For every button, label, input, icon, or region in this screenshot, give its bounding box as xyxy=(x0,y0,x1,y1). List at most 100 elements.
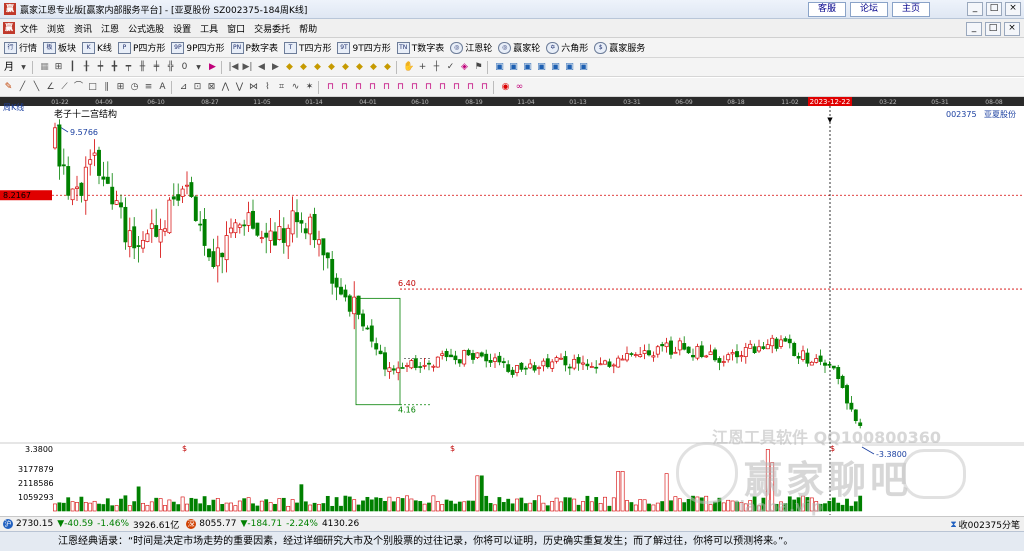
menu-formula-screen[interactable]: 公式选股 xyxy=(128,22,164,35)
cycle1-icon[interactable]: ⊓ xyxy=(325,82,336,93)
kline-chart[interactable]: 01-22 04-09 06-10 08-27 11-05 01-14 04-01 06-10… xyxy=(0,97,1024,516)
cross-icon[interactable]: ┼ xyxy=(431,62,442,73)
infinity-icon[interactable]: ∞ xyxy=(514,82,525,93)
gann-square-icon[interactable]: ⊠ xyxy=(206,82,217,93)
diamond1-icon[interactable]: ◆ xyxy=(284,62,295,73)
align-icon[interactable]: ╬ xyxy=(165,62,176,73)
cycle7-icon[interactable]: ⊓ xyxy=(409,82,420,93)
chevron-down-icon[interactable]: ▼ xyxy=(18,62,29,73)
gann-fan-icon[interactable]: ⊿ xyxy=(178,82,189,93)
color-wheel-icon[interactable]: ◉ xyxy=(500,82,511,93)
cycle11-icon[interactable]: ⊓ xyxy=(465,82,476,93)
pen-icon[interactable]: ✎ xyxy=(3,82,14,93)
gann-angle-icon[interactable]: ⋀ xyxy=(220,82,231,93)
cycle-tool-icon[interactable]: ◷ xyxy=(129,82,140,93)
diamond4-icon[interactable]: ◆ xyxy=(326,62,337,73)
compare-icon[interactable]: ⊞ xyxy=(53,62,64,73)
tag-icon[interactable]: ⚑ xyxy=(473,62,484,73)
tick-detail-link[interactable]: 收002375分笔 xyxy=(959,518,1020,531)
gann-price-icon[interactable]: ⌗ xyxy=(276,82,287,93)
gann-star-icon[interactable]: ✶ xyxy=(304,82,315,93)
window6-icon[interactable]: ▣ xyxy=(564,62,575,73)
bar-chart-icon[interactable]: ┃ xyxy=(67,62,78,73)
line-icon[interactable]: ╫ xyxy=(137,62,148,73)
menu-file[interactable]: 文件 xyxy=(20,22,38,35)
menu-trade[interactable]: 交易委托 xyxy=(254,22,290,35)
window1-icon[interactable]: ▣ xyxy=(494,62,505,73)
grid-tool-icon[interactable]: ⊞ xyxy=(115,82,126,93)
hexagon-button[interactable]: ✡ 六角形 xyxy=(546,41,588,54)
first-icon[interactable]: |◀ xyxy=(228,62,239,73)
cycle2-icon[interactable]: ⊓ xyxy=(339,82,350,93)
cycle8-icon[interactable]: ⊓ xyxy=(423,82,434,93)
cycle6-icon[interactable]: ⊓ xyxy=(395,82,406,93)
flag-icon[interactable]: ▶ xyxy=(207,62,218,73)
mdi-close-button[interactable]: × xyxy=(1004,22,1020,36)
menu-settings[interactable]: 设置 xyxy=(173,22,191,35)
cycle4-icon[interactable]: ⊓ xyxy=(367,82,378,93)
t-square-button[interactable]: T T四方形 xyxy=(283,41,331,54)
cycle9-icon[interactable]: ⊓ xyxy=(437,82,448,93)
period-select[interactable]: 月 xyxy=(3,62,15,73)
window2-icon[interactable]: ▣ xyxy=(508,62,519,73)
mdi-restore-button[interactable]: □ xyxy=(985,22,1001,36)
mark-icon[interactable]: ✓ xyxy=(445,62,456,73)
kline-button[interactable]: K K线 xyxy=(82,41,112,54)
crosshair-icon[interactable]: + xyxy=(417,62,428,73)
shape-icon[interactable]: ◈ xyxy=(459,62,470,73)
menu-gann[interactable]: 江恩 xyxy=(101,22,119,35)
prev-icon[interactable]: ◀ xyxy=(256,62,267,73)
home-link[interactable]: 主页 xyxy=(892,2,930,17)
diamond8-icon[interactable]: ◆ xyxy=(382,62,393,73)
dropdown-icon[interactable]: ▼ xyxy=(193,62,204,73)
gann-box-icon[interactable]: ⊡ xyxy=(192,82,203,93)
gann-wheel-button[interactable]: ◎ 江恩轮 xyxy=(450,41,492,54)
sector-button[interactable]: 板板块 xyxy=(43,41,76,54)
menu-browse[interactable]: 浏览 xyxy=(47,22,65,35)
channel-tool-icon[interactable]: ∥ xyxy=(101,82,112,93)
9p-square-button[interactable]: 9P 9P四方形 xyxy=(171,41,225,54)
next-icon[interactable]: ▶ xyxy=(270,62,281,73)
box-tool-icon[interactable]: □ xyxy=(87,82,98,93)
menu-tools[interactable]: 工具 xyxy=(200,22,218,35)
diamond3-icon[interactable]: ◆ xyxy=(312,62,323,73)
diamond2-icon[interactable]: ◆ xyxy=(298,62,309,73)
p-number-table-button[interactable]: PN P数字表 xyxy=(230,41,278,54)
fan-tool-icon[interactable]: ⟋ xyxy=(59,82,70,93)
window7-icon[interactable]: ▣ xyxy=(578,62,589,73)
gann-wave-icon[interactable]: ∿ xyxy=(290,82,301,93)
maximize-button[interactable]: □ xyxy=(986,2,1002,16)
diamond5-icon[interactable]: ◆ xyxy=(340,62,351,73)
quote-button[interactable]: 行行情 xyxy=(4,41,37,54)
mdi-minimize-button[interactable]: _ xyxy=(966,22,982,36)
zero-icon[interactable]: 0 xyxy=(179,62,190,73)
last-icon[interactable]: ▶| xyxy=(242,62,253,73)
marker-icon[interactable]: ╪ xyxy=(151,62,162,73)
hand-icon[interactable]: ✋ xyxy=(403,62,414,73)
window4-icon[interactable]: ▣ xyxy=(536,62,547,73)
menu-info[interactable]: 资讯 xyxy=(74,22,92,35)
text-tool-icon[interactable]: A xyxy=(157,82,168,93)
9t-square-button[interactable]: 9T 9T四方形 xyxy=(337,41,391,54)
cycle5-icon[interactable]: ⊓ xyxy=(381,82,392,93)
winner-service-button[interactable]: $ 赢家服务 xyxy=(594,41,645,54)
cycle3-icon[interactable]: ⊓ xyxy=(353,82,364,93)
window5-icon[interactable]: ▣ xyxy=(550,62,561,73)
diamond6-icon[interactable]: ◆ xyxy=(354,62,365,73)
minimize-button[interactable]: _ xyxy=(967,2,983,16)
fib-tool-icon[interactable]: ≡ xyxy=(143,82,154,93)
close-button[interactable]: × xyxy=(1005,2,1021,16)
candle-icon[interactable]: ╂ xyxy=(81,62,92,73)
gann-time-icon[interactable]: ⌇ xyxy=(262,82,273,93)
winner-wheel-button[interactable]: ◎ 赢家轮 xyxy=(498,41,540,54)
cycle12-icon[interactable]: ⊓ xyxy=(479,82,490,93)
angle-tool-icon[interactable]: ∠ xyxy=(45,82,56,93)
ray-tool-icon[interactable]: ╲ xyxy=(31,82,42,93)
grid-icon[interactable]: ▦ xyxy=(39,62,50,73)
service-link[interactable]: 客服 xyxy=(808,2,846,17)
forum-link[interactable]: 论坛 xyxy=(850,2,888,17)
window3-icon[interactable]: ▣ xyxy=(522,62,533,73)
p-square-button[interactable]: P P四方形 xyxy=(117,41,165,54)
menu-help[interactable]: 帮助 xyxy=(299,22,317,35)
gann-grid-icon[interactable]: ⋈ xyxy=(248,82,259,93)
